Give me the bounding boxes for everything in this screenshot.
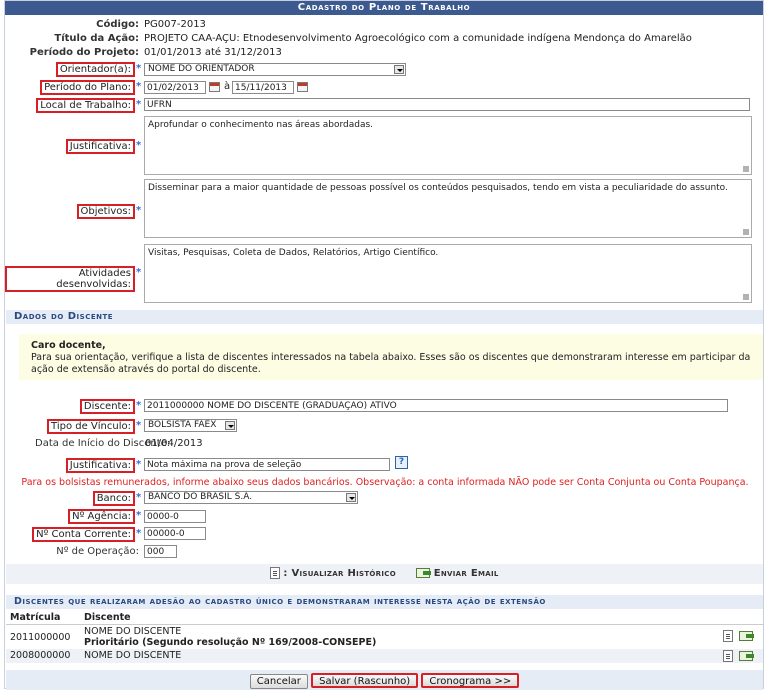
resize-grip-icon[interactable]: [743, 166, 749, 172]
titulo-label: Título da Ação:: [54, 33, 139, 44]
bank-warning: Para os bolsistas remunerados, informe a…: [21, 477, 749, 488]
periodo-fim-input[interactable]: [232, 81, 294, 94]
matricula-cell: 2011000000: [10, 631, 71, 643]
periodo-projeto-value: 01/01/2013 até 31/12/2013: [144, 47, 282, 58]
resize-grip-icon[interactable]: [743, 294, 749, 300]
operacao-input[interactable]: [144, 545, 177, 558]
agencia-input[interactable]: [144, 510, 206, 523]
send-email-icon[interactable]: [739, 650, 755, 661]
titulo-value: PROJETO CAA-AÇU: Etnodesenvolvimento Agr…: [144, 33, 692, 44]
objetivos-textarea[interactable]: Disseminar para a maior quantidade de pe…: [144, 179, 752, 238]
notice-text: Para sua orientação, verifique a lista d…: [31, 352, 751, 375]
required-star: *: [136, 140, 142, 151]
required-star: *: [136, 63, 142, 74]
notice-title: Caro docente,: [31, 340, 106, 351]
periodo-projeto-label: Período do Projeto:: [29, 47, 139, 58]
page-title: Cadastro do Plano de Trabalho: [5, 1, 763, 15]
chevron-down-icon: [225, 421, 235, 430]
required-star: *: [136, 400, 142, 411]
col-discente: Discente: [80, 612, 719, 625]
discente-cell: NOME DO DISCENTE: [80, 648, 719, 663]
operacao-label: Nº de Operação:: [56, 546, 139, 557]
discente-section-heading: Dados do Discente: [6, 310, 763, 324]
codigo-value: PG007-2013: [144, 19, 206, 30]
resize-grip-icon[interactable]: [743, 229, 749, 235]
cronograma-button[interactable]: Cronograma >>: [421, 673, 520, 688]
plano-trabalho-form: Cadastro do Plano de Trabalho Código: PG…: [4, 0, 764, 690]
local-label: Local de Trabalho:: [5, 98, 135, 113]
calendar-icon[interactable]: [209, 82, 220, 92]
discente-input[interactable]: [144, 399, 728, 412]
atividades-textarea[interactable]: Visitas, Pesquisas, Coleta de Dados, Rel…: [144, 244, 752, 303]
justificativa-discente-label: Justificativa:: [5, 458, 135, 473]
required-star: *: [136, 99, 142, 110]
help-icon[interactable]: ?: [395, 456, 408, 469]
conta-input[interactable]: [144, 527, 206, 540]
document-icon: [270, 567, 281, 579]
periodo-inicio-input[interactable]: [144, 81, 206, 94]
table-row: 2008000000 NOME DO DISCENTE: [6, 648, 763, 663]
data-inicio-value: 01/04/2013: [145, 438, 203, 449]
required-star: *: [136, 205, 142, 216]
enviar-email-link[interactable]: Enviar Email: [415, 564, 499, 584]
email-icon: [415, 568, 431, 578]
orientador-select[interactable]: NOME DO ORIENTADOR: [144, 63, 406, 76]
required-star: *: [136, 528, 142, 539]
visualizar-historico-link[interactable]: : Visualizar Histórico: [270, 564, 396, 584]
view-history-icon[interactable]: [723, 649, 733, 662]
cancel-button[interactable]: Cancelar: [249, 674, 308, 689]
periodo-plano-label: Período do Plano:: [5, 80, 135, 95]
required-star: *: [136, 81, 142, 92]
justificativa-discente-input[interactable]: [144, 458, 390, 471]
banco-select[interactable]: BANCO DO BRASIL S.A.: [144, 491, 358, 504]
required-star: *: [136, 420, 142, 431]
view-history-icon[interactable]: [723, 629, 733, 642]
save-draft-button[interactable]: Salvar (Rascunho): [311, 673, 419, 688]
justificativa-label: Justificativa:: [5, 139, 135, 154]
vinculo-label: Tipo de Vínculo:: [5, 419, 135, 434]
list-heading: Discentes que realizaram adesão ao cadas…: [6, 595, 763, 609]
required-star: *: [136, 510, 142, 521]
periodo-separator: à: [224, 81, 231, 92]
orientador-label: Orientador(a):: [5, 62, 135, 77]
local-input[interactable]: [144, 98, 750, 111]
calendar-icon[interactable]: [297, 82, 308, 92]
col-matricula: Matrícula: [6, 612, 80, 625]
notice-box: Caro docente, Para sua orientação, verif…: [19, 334, 763, 380]
table-row: 2011000000 NOME DO DISCENTE Prioritário …: [6, 624, 763, 649]
conta-label: Nº Conta Corrente:: [5, 527, 135, 542]
discente-label: Discente:: [5, 399, 135, 414]
codigo-label: Código:: [96, 19, 139, 30]
banco-label: Banco:: [5, 491, 135, 506]
required-star: *: [136, 267, 142, 278]
discente-extra: Prioritário (Segundo resolução Nº 169/20…: [84, 636, 377, 648]
vinculo-select[interactable]: BOLSISTA FAEX: [144, 419, 237, 432]
justificativa-textarea[interactable]: Aprofundar o conhecimento nas áreas abor…: [144, 116, 752, 175]
chevron-down-icon: [394, 65, 404, 74]
matricula-cell: 2008000000: [6, 648, 80, 663]
discente-cell: NOME DO DISCENTE: [84, 625, 182, 637]
discentes-table: Matrícula Discente 2011000000 NOME DO DI…: [6, 612, 763, 663]
atividades-label: Atividades desenvolvidas:: [5, 266, 135, 292]
objetivos-label: Objetivos:: [5, 204, 135, 219]
chevron-down-icon: [346, 493, 356, 502]
send-email-icon[interactable]: [739, 630, 755, 641]
required-star: *: [136, 492, 142, 503]
button-bar: Cancelar Salvar (Rascunho) Cronograma >>: [6, 670, 763, 690]
actions-bar: : Visualizar Histórico Enviar Email: [6, 564, 763, 584]
agencia-label: Nº Agência:: [5, 509, 135, 524]
required-star: *: [136, 459, 142, 470]
